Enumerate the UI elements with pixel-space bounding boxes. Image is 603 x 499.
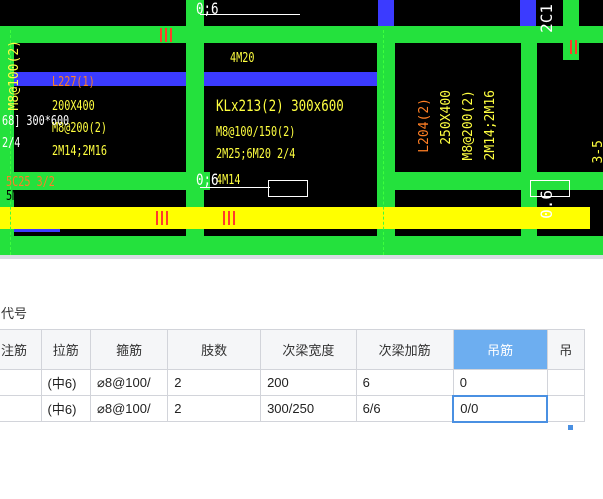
yellow-beam bbox=[0, 207, 590, 229]
dashed-line-b bbox=[383, 30, 384, 255]
rebar-mark bbox=[170, 28, 172, 42]
kl-extra: 4M14 bbox=[216, 173, 241, 188]
fill-handle[interactable] bbox=[568, 425, 573, 430]
panel-title: 代号 bbox=[1, 306, 28, 321]
property-panel: 代号 注筋 拉筋 箍筋 肢数 次梁宽度 次梁加筋 吊筋 吊 (中6) ⌀8@10… bbox=[0, 259, 603, 499]
table-cell[interactable] bbox=[546, 395, 585, 422]
kl-bar: 2M25;6M20 2/4 bbox=[216, 147, 296, 162]
rebar-mark bbox=[233, 211, 235, 225]
table-cell[interactable]: 6 bbox=[355, 369, 454, 396]
table-cell[interactable]: 200 bbox=[260, 369, 357, 396]
far-right-label: 3-5 bbox=[591, 140, 603, 164]
rebar-table: 注筋 拉筋 箍筋 肢数 次梁宽度 次梁加筋 吊筋 吊 (中6) ⌀8@100/ … bbox=[0, 329, 585, 423]
rebar-mark bbox=[156, 211, 158, 225]
l204-stirrup: M8@200(2) bbox=[461, 90, 476, 161]
cad-drawing-canvas[interactable]: 0;6 M8@100(2) L227(1) 200X400 M8@200(2) … bbox=[0, 0, 603, 255]
table-cell[interactable] bbox=[0, 369, 42, 396]
table-cell[interactable]: 2 bbox=[167, 395, 262, 422]
table-cell[interactable]: (中6) bbox=[40, 369, 92, 396]
col-header-hanger-bar[interactable]: 吊筋 bbox=[452, 329, 548, 370]
rebar-mark bbox=[228, 211, 230, 225]
left-span-label: 68] 300*600 bbox=[2, 114, 70, 129]
tl-vertical-label: M8@100(2) bbox=[7, 40, 22, 111]
green-beam-bottom bbox=[0, 236, 603, 255]
table-row[interactable]: (中6) ⌀8@100/ 2 200 6 0 bbox=[0, 369, 585, 396]
rebar-mark bbox=[223, 211, 225, 225]
dim-label-top: 0;6 bbox=[196, 0, 219, 18]
green-beam-top bbox=[0, 26, 603, 43]
l204-bar: 2M14;2M16 bbox=[483, 90, 498, 161]
l227-bar: 2M14;2M16 bbox=[52, 144, 107, 159]
table-cell[interactable]: 2 bbox=[167, 369, 262, 396]
table-row[interactable]: (中6) ⌀8@100/ 2 300/250 6/6 0/0 bbox=[0, 394, 585, 423]
table-cell[interactable]: 6/6 bbox=[355, 395, 454, 422]
dimension-box bbox=[268, 180, 308, 197]
rebar-mark bbox=[161, 211, 163, 225]
rebar-mark bbox=[160, 28, 162, 42]
table-cell[interactable]: 0 bbox=[452, 369, 548, 396]
right-dim-label: 0.6 bbox=[537, 190, 556, 219]
kl-stirrup: M8@100/150(2) bbox=[216, 125, 296, 140]
rebar-mark bbox=[165, 28, 167, 42]
table-cell[interactable]: ⌀8@100/ bbox=[90, 369, 169, 396]
l227-label: L227(1) bbox=[52, 75, 95, 90]
l227-size: 200X400 bbox=[52, 99, 95, 114]
yellow-beam-bar: 5M25 3/2 bbox=[6, 189, 55, 204]
col-header-legs[interactable]: 肢数 bbox=[167, 329, 262, 370]
left-bar-label: 2/4 bbox=[2, 136, 21, 151]
table-cell[interactable]: (中6) bbox=[40, 395, 92, 422]
rebar-mark bbox=[575, 40, 577, 54]
kl-title: KLx213(2) 300x600 bbox=[216, 96, 344, 115]
table-cell[interactable]: ⌀8@100/ bbox=[90, 395, 169, 422]
table-header-row: 注筋 拉筋 箍筋 肢数 次梁宽度 次梁加筋 吊筋 吊 bbox=[0, 329, 585, 370]
rebar-mark bbox=[570, 40, 572, 54]
table-cell[interactable] bbox=[546, 369, 585, 396]
col-header-stirrup[interactable]: 箍筋 bbox=[90, 329, 169, 370]
table-cell[interactable]: 300/250 bbox=[260, 395, 357, 422]
table-cell-active[interactable]: 0/0 bbox=[452, 394, 548, 423]
l204-label: L204(2) bbox=[417, 98, 432, 153]
yellow-beam-label: 5C25 3/2 bbox=[6, 175, 55, 190]
l204-size: 250X400 bbox=[439, 90, 454, 145]
col-header-secondary-beam-extra[interactable]: 次梁加筋 bbox=[355, 329, 454, 370]
rebar-mark bbox=[166, 211, 168, 225]
mid-top-label: 4M20 bbox=[230, 51, 255, 66]
col-header-truncated[interactable]: 吊 bbox=[546, 329, 585, 370]
dim-label-mid: 0;6 bbox=[196, 170, 219, 189]
right-c-label: 2C1 bbox=[537, 4, 556, 33]
col-header-secondary-beam-width[interactable]: 次梁宽度 bbox=[260, 329, 357, 370]
table-cell[interactable] bbox=[0, 395, 42, 422]
col-header-tie-bar[interactable]: 拉筋 bbox=[40, 329, 92, 370]
col-header-main-bar[interactable]: 注筋 bbox=[0, 329, 42, 370]
